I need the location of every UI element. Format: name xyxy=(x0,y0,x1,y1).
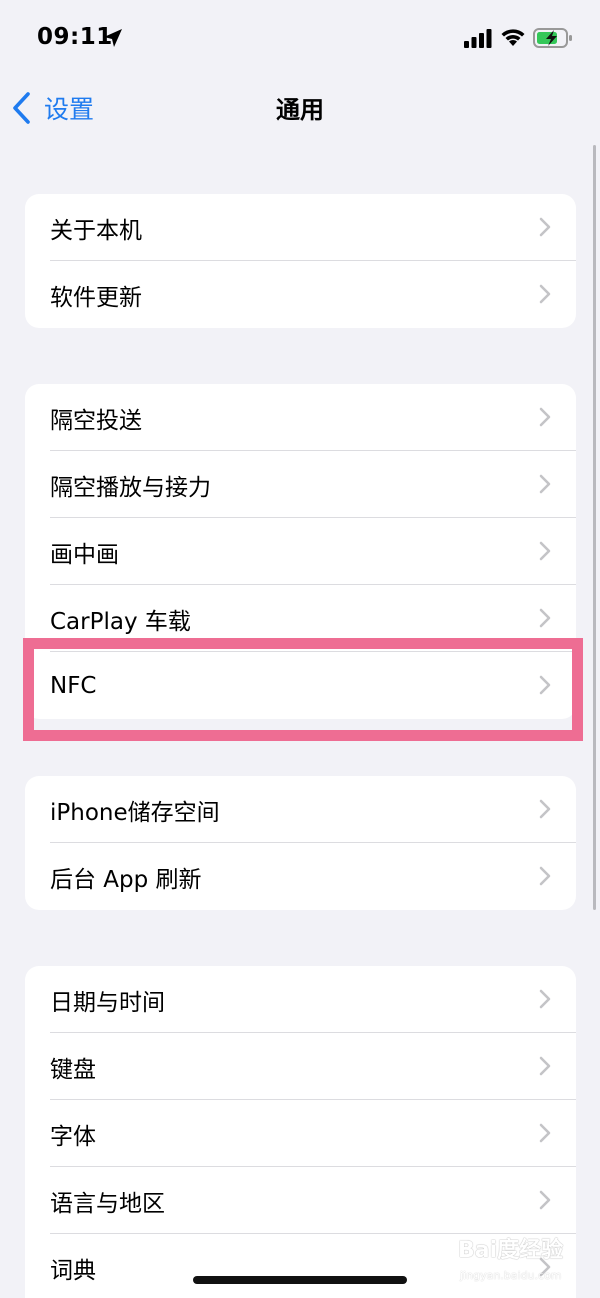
wifi-icon xyxy=(501,29,525,46)
nfc-highlight-annotation xyxy=(23,638,583,741)
chevron-right-icon xyxy=(539,1190,551,1210)
row-label: 键盘 xyxy=(50,1056,96,1083)
row-label: 软件更新 xyxy=(50,284,142,311)
watermark-url: jingyan.baidu.com xyxy=(460,1269,562,1282)
chevron-right-icon xyxy=(539,474,551,494)
baidu-jingyan-watermark: Bai度经验 jingyan.baidu.com xyxy=(458,1232,568,1290)
row-software-update[interactable]: 软件更新 xyxy=(25,261,576,328)
row-label: iPhone储存空间 xyxy=(50,799,220,826)
row-iphone-storage[interactable]: iPhone储存空间 xyxy=(25,776,576,843)
row-label: 字体 xyxy=(50,1123,96,1150)
row-language-region[interactable]: 语言与地区 xyxy=(25,1167,576,1234)
chevron-right-icon xyxy=(539,608,551,628)
settings-group-storage: iPhone储存空间 后台 App 刷新 xyxy=(25,776,576,910)
status-bar: 09:11 xyxy=(0,0,600,78)
row-airdrop[interactable]: 隔空投送 xyxy=(25,384,576,451)
chevron-right-icon xyxy=(539,989,551,1009)
row-keyboard[interactable]: 键盘 xyxy=(25,1033,576,1100)
row-about[interactable]: 关于本机 xyxy=(25,194,576,261)
row-label: 日期与时间 xyxy=(50,989,165,1016)
chevron-right-icon xyxy=(539,1123,551,1143)
chevron-right-icon xyxy=(539,541,551,561)
row-label: 隔空播放与接力 xyxy=(50,474,211,501)
row-fonts[interactable]: 字体 xyxy=(25,1100,576,1167)
row-label: 画中画 xyxy=(50,541,119,568)
row-label: 语言与地区 xyxy=(50,1190,165,1217)
watermark-logo: Bai度经验 xyxy=(458,1238,564,1263)
location-arrow-icon xyxy=(104,29,122,47)
home-indicator[interactable] xyxy=(193,1276,407,1284)
row-background-app-refresh[interactable]: 后台 App 刷新 xyxy=(25,843,576,910)
chevron-right-icon xyxy=(539,284,551,304)
cellular-signal-icon xyxy=(464,29,492,48)
row-picture-in-picture[interactable]: 画中画 xyxy=(25,518,576,585)
row-label: CarPlay 车载 xyxy=(50,608,191,635)
chevron-right-icon xyxy=(539,217,551,237)
chevron-right-icon xyxy=(539,866,551,886)
row-label: 关于本机 xyxy=(50,217,142,244)
row-label: 后台 App 刷新 xyxy=(50,866,202,893)
row-airplay-handoff[interactable]: 隔空播放与接力 xyxy=(25,451,576,518)
chevron-right-icon xyxy=(539,407,551,427)
row-label: 词典 xyxy=(50,1257,96,1284)
chevron-right-icon xyxy=(539,1056,551,1076)
settings-group-about: 关于本机 软件更新 xyxy=(25,194,576,328)
row-label: 隔空投送 xyxy=(50,407,142,434)
battery-charging-icon xyxy=(533,28,572,48)
chevron-right-icon xyxy=(539,799,551,819)
scroll-indicator[interactable] xyxy=(593,145,596,910)
row-date-time[interactable]: 日期与时间 xyxy=(25,966,576,1033)
page-title: 通用 xyxy=(276,96,324,124)
